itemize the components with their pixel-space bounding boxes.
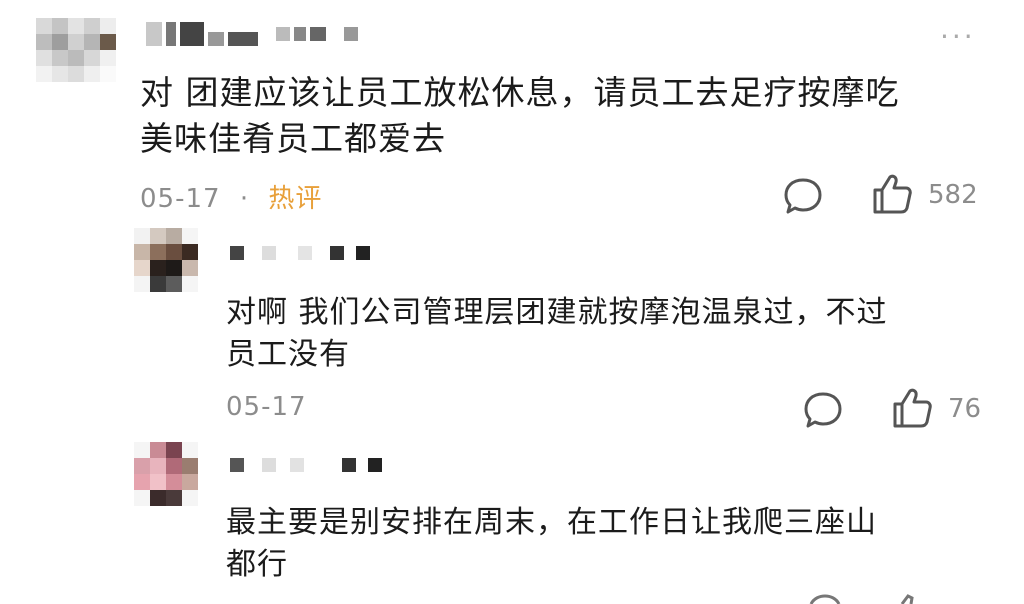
comment-text: 对 团建应该让员工放松休息，请员工去足疗按摩吃 美味佳肴员工都爱去 (140, 70, 900, 162)
avatar[interactable] (134, 228, 198, 292)
reply-text: 最主要是别安排在周末，在工作日让我爬三座山 都行 (226, 502, 877, 586)
reply-date: 05-17 (226, 392, 307, 422)
thumbs-up-icon[interactable] (890, 386, 934, 430)
reply-line-1: 对啊 我们公司管理层团建就按摩泡温泉过，不过 (226, 295, 888, 330)
username-blurred[interactable] (230, 458, 386, 472)
avatar[interactable] (134, 442, 198, 506)
like-count: 76 (948, 394, 982, 424)
more-icon[interactable]: ··· (940, 20, 976, 53)
meta-separator: · (239, 184, 250, 214)
comment-line-1: 对 团建应该让员工放松休息，请员工去足疗按摩吃 (140, 73, 900, 112)
hot-comment-badge: 热评 (268, 184, 323, 214)
reply-text: 对啊 我们公司管理层团建就按摩泡温泉过，不过 员工没有 (226, 292, 888, 376)
reply-bubble-icon[interactable] (802, 390, 844, 430)
thumbs-up-icon[interactable] (894, 594, 924, 604)
reply-line-1: 最主要是别安排在周末，在工作日让我爬三座山 (226, 505, 877, 540)
reply-line-2: 都行 (226, 547, 288, 582)
comment-line-2: 美味佳肴员工都爱去 (140, 119, 446, 158)
reply-bubble-icon[interactable] (808, 594, 842, 604)
reply-bubble-icon[interactable] (782, 176, 824, 216)
username-blurred[interactable] (146, 22, 362, 46)
thumbs-up-icon[interactable] (870, 172, 914, 216)
username-blurred[interactable] (230, 246, 374, 260)
reply-line-2: 员工没有 (226, 337, 350, 372)
comment-meta: 05-17 · 热评 (140, 178, 322, 215)
avatar[interactable] (36, 18, 116, 82)
comment-date: 05-17 (140, 184, 221, 214)
like-count: 582 (928, 180, 978, 210)
